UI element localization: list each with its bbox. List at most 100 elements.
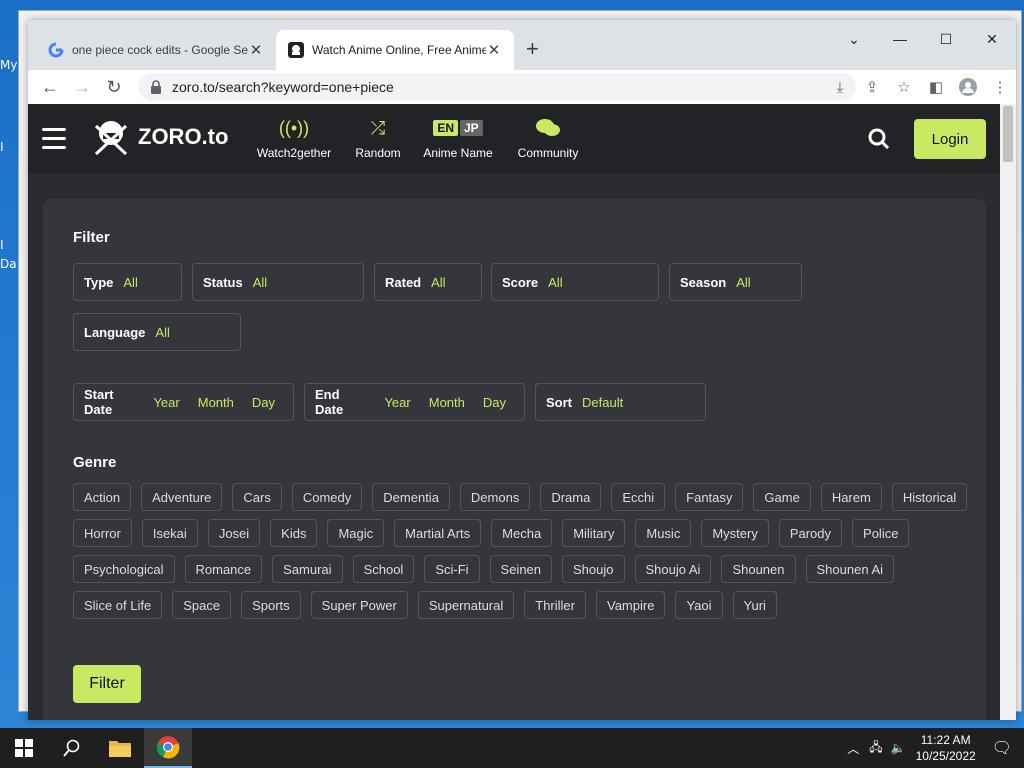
genre-tag[interactable]: Horror <box>73 519 132 547</box>
desktop-icon-label[interactable]: My <box>0 58 17 72</box>
genre-tag[interactable]: Fantasy <box>675 483 744 511</box>
genre-tag[interactable]: Mystery <box>701 519 769 547</box>
genre-tag[interactable]: Super Power <box>310 591 408 619</box>
tab-search-chevron-icon[interactable]: ⌄ <box>832 25 876 53</box>
filter-status[interactable]: Status All <box>192 263 364 301</box>
genre-tag[interactable]: Martial Arts <box>394 519 482 547</box>
filter-start-date[interactable]: Start Date Year Month Day <box>73 383 294 421</box>
search-icon[interactable] <box>868 128 890 150</box>
tab-google-search[interactable]: one piece cock edits - Google Se ✕ <box>36 30 276 70</box>
genre-tag[interactable]: Shounen <box>721 555 796 583</box>
address-bar[interactable]: zoro.to/search?keyword=one+piece <box>138 73 856 101</box>
genre-tag[interactable]: Sci-Fi <box>424 555 480 583</box>
genre-tag[interactable]: Comedy <box>291 483 363 511</box>
file-explorer-button[interactable] <box>96 728 144 768</box>
side-panel-icon[interactable]: ◧ <box>920 70 952 104</box>
clock[interactable]: 11:22 AM 10/25/2022 <box>916 732 976 764</box>
nav-community[interactable]: Community <box>512 116 584 160</box>
genre-tag[interactable]: Magic <box>327 519 385 547</box>
genre-tag[interactable]: Slice of Life <box>73 591 163 619</box>
filter-language[interactable]: Language All <box>73 313 241 351</box>
login-button[interactable]: Login <box>914 119 986 159</box>
genre-tag[interactable]: Samurai <box>272 555 343 583</box>
site-logo[interactable]: ZORO.to <box>90 116 228 158</box>
genre-tag[interactable]: Parody <box>778 519 843 547</box>
back-arrow-icon[interactable]: ← <box>34 71 66 103</box>
close-tab-icon[interactable]: ✕ <box>486 41 502 59</box>
minimize-button[interactable]: — <box>878 25 922 53</box>
genre-tag[interactable]: Romance <box>184 555 263 583</box>
end-month[interactable]: Month <box>429 395 465 410</box>
genre-tag[interactable]: Space <box>172 591 232 619</box>
genre-tag[interactable]: Vampire <box>596 591 666 619</box>
filter-sort[interactable]: Sort Default <box>535 383 706 421</box>
genre-tag[interactable]: School <box>352 555 415 583</box>
new-tab-button[interactable]: + <box>526 36 539 62</box>
filter-rated[interactable]: Rated All <box>374 263 482 301</box>
language-toggle[interactable]: EN JP <box>420 116 496 140</box>
end-day[interactable]: Day <box>483 395 506 410</box>
genre-tag[interactable]: Demons <box>459 483 531 511</box>
genre-tag[interactable]: Game <box>753 483 811 511</box>
start-month[interactable]: Month <box>198 395 234 410</box>
forward-arrow-icon[interactable]: → <box>66 71 98 103</box>
bookmark-star-icon[interactable]: ☆ <box>888 70 920 104</box>
volume-icon[interactable]: 🔈 <box>891 741 906 755</box>
reload-icon[interactable]: ↻ <box>98 71 130 103</box>
genre-tag[interactable]: Drama <box>540 483 602 511</box>
desktop-icon-label[interactable]: I <box>0 238 4 252</box>
start-year[interactable]: Year <box>153 395 179 410</box>
chrome-taskbar-button[interactable] <box>144 728 192 768</box>
start-day[interactable]: Day <box>252 395 275 410</box>
start-button[interactable] <box>0 728 48 768</box>
genre-tag[interactable]: Military <box>562 519 626 547</box>
taskbar-search-button[interactable] <box>48 728 96 768</box>
genre-tag[interactable]: Shoujo Ai <box>634 555 712 583</box>
page-scrollbar[interactable] <box>1000 104 1016 720</box>
nav-random[interactable]: ⤮ Random <box>350 116 406 161</box>
maximize-button[interactable]: ☐ <box>924 25 968 53</box>
filter-end-date[interactable]: End Date Year Month Day <box>304 383 525 421</box>
close-tab-icon[interactable]: ✕ <box>248 41 264 59</box>
notification-icon[interactable]: 🗨 <box>992 738 1012 758</box>
genre-tag[interactable]: Yaoi <box>675 591 723 619</box>
genre-tag[interactable]: Shoujo <box>562 555 625 583</box>
network-icon[interactable]: 🖧 <box>869 738 882 759</box>
lang-en[interactable]: EN <box>433 120 458 136</box>
genre-tag[interactable]: Police <box>852 519 910 547</box>
filter-type[interactable]: Type All <box>73 263 182 301</box>
menu-dots-icon[interactable]: ⋮ <box>984 70 1016 104</box>
close-window-button[interactable]: ✕ <box>970 25 1014 53</box>
genre-tag[interactable]: Supernatural <box>417 591 515 619</box>
genre-tag[interactable]: Historical <box>891 483 968 511</box>
install-app-icon[interactable]: ⤓ <box>824 70 856 104</box>
chevron-up-icon[interactable]: ︿ <box>847 740 859 757</box>
nav-anime-name[interactable]: EN JP Anime Name <box>420 116 496 160</box>
nav-watch2gether[interactable]: ((•)) Watch2gether <box>254 116 334 161</box>
filter-submit-button[interactable]: Filter <box>73 665 141 703</box>
end-year[interactable]: Year <box>384 395 410 410</box>
genre-tag[interactable]: Josei <box>207 519 261 547</box>
genre-tag[interactable]: Yuri <box>732 591 777 619</box>
genre-tag[interactable]: Music <box>635 519 692 547</box>
genre-tag[interactable]: Psychological <box>73 555 175 583</box>
genre-tag[interactable]: Seinen <box>489 555 553 583</box>
genre-tag[interactable]: Shounen Ai <box>805 555 895 583</box>
genre-tag[interactable]: Sports <box>241 591 301 619</box>
filter-score[interactable]: Score All <box>491 263 659 301</box>
genre-tag[interactable]: Kids <box>270 519 318 547</box>
hamburger-menu-icon[interactable] <box>42 128 66 155</box>
share-icon[interactable]: ⇪ <box>856 70 888 104</box>
genre-tag[interactable]: Mecha <box>491 519 553 547</box>
genre-tag[interactable]: Action <box>73 483 132 511</box>
genre-tag[interactable]: Dementia <box>372 483 450 511</box>
genre-tag[interactable]: Harem <box>820 483 882 511</box>
lang-jp[interactable]: JP <box>459 120 483 136</box>
genre-tag[interactable]: Isekai <box>141 519 198 547</box>
genre-tag[interactable]: Thriller <box>524 591 586 619</box>
genre-tag[interactable]: Adventure <box>141 483 223 511</box>
filter-season[interactable]: Season All <box>669 263 802 301</box>
profile-avatar-icon[interactable] <box>952 70 984 104</box>
tab-zoro[interactable]: Watch Anime Online, Free Anime S ✕ <box>276 30 514 70</box>
desktop-icon-label[interactable]: Da <box>0 257 17 271</box>
